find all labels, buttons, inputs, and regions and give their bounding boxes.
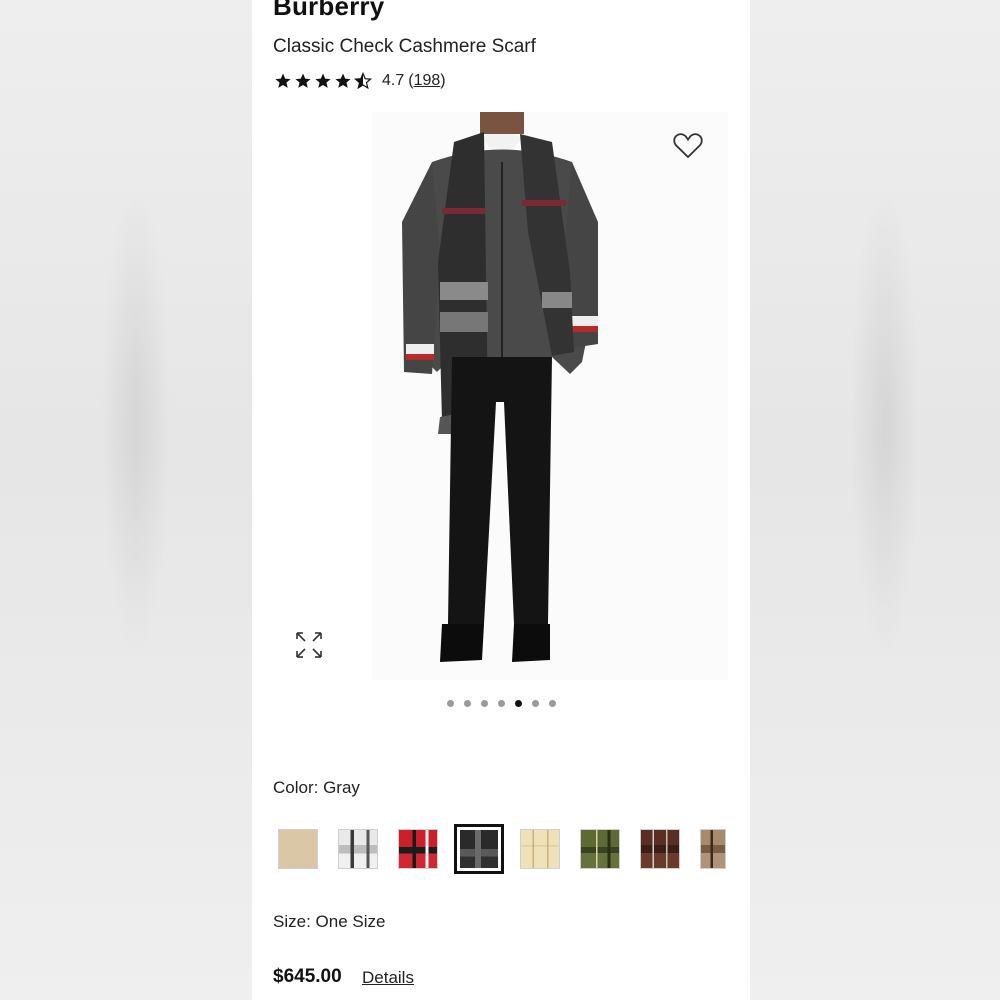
swatch-red-check[interactable]: [398, 829, 438, 869]
rating-value: 4.7: [382, 72, 405, 89]
gallery-dot[interactable]: [531, 700, 539, 707]
shoe-right: [512, 624, 550, 662]
cuff-stripe-white: [406, 344, 434, 354]
cuff-stripe-red-right: [570, 326, 598, 332]
swatch-olive-check[interactable]: [580, 829, 620, 869]
scarf-check-band-3: [542, 292, 572, 308]
cuff-stripe-red: [406, 354, 434, 360]
heart-icon[interactable]: [672, 130, 704, 160]
gallery-pagination-dots: [252, 700, 750, 707]
scarf-red-stripe: [442, 208, 486, 214]
swatch-fill: [521, 830, 559, 868]
color-swatches: [278, 824, 746, 874]
product-image-gallery[interactable]: [252, 112, 750, 682]
rating-stars: [274, 72, 372, 90]
gallery-dot[interactable]: [497, 700, 505, 707]
details-link[interactable]: Details: [362, 968, 414, 988]
half-star-icon: [354, 72, 372, 90]
trousers: [448, 357, 552, 624]
rating-count[interactable]: (198): [408, 72, 445, 90]
cuff-stripe-white-right: [570, 316, 598, 326]
gallery-dot[interactable]: [446, 700, 454, 707]
swatch-archive-beige-check[interactable]: [520, 829, 560, 869]
swatch-fill: [581, 830, 619, 868]
swatch-fill: [701, 830, 725, 868]
gallery-dot[interactable]: [463, 700, 471, 707]
gallery-dot[interactable]: [548, 700, 556, 707]
background-blur-left: [0, 0, 252, 1000]
scarf-check-band-2: [440, 312, 488, 332]
product-photo[interactable]: [252, 112, 750, 682]
scarf-red-stripe-2: [522, 200, 566, 206]
size-label: Size: One Size: [273, 912, 386, 931]
scarf-check-band: [440, 282, 488, 300]
swatch-fill: [279, 830, 317, 868]
swatch-gray-check-selected[interactable]: [454, 824, 504, 874]
product-rating[interactable]: 4.7 (198): [274, 70, 446, 92]
background-blur-right: [750, 0, 1000, 1000]
swatch-fill: [460, 830, 498, 868]
star-icon: [335, 73, 351, 88]
zipper: [501, 162, 503, 357]
price: $645.00: [273, 966, 342, 987]
gallery-dot[interactable]: [480, 700, 488, 707]
product-panel: Burberry Classic Check Cashmere Scarf 4.…: [252, 0, 750, 1000]
star-icon: [275, 73, 291, 88]
swatch-white-check[interactable]: [338, 829, 378, 869]
swatch-camel[interactable]: [278, 829, 318, 869]
shoe-left: [440, 624, 484, 662]
swatch-fill: [399, 830, 437, 868]
swatch-birch-brown-check[interactable]: [700, 829, 726, 869]
swatch-fill: [641, 830, 679, 868]
star-icon: [315, 73, 331, 88]
swatch-brown-check[interactable]: [640, 829, 680, 869]
rating-count-number[interactable]: 198: [414, 72, 441, 89]
star-icon: [295, 73, 311, 88]
expand-icon[interactable]: [294, 630, 324, 660]
product-title: Classic Check Cashmere Scarf: [273, 36, 536, 57]
brand-name[interactable]: Burberry: [273, 0, 384, 22]
gallery-dot-active[interactable]: [514, 700, 522, 707]
rating-count-close: ): [440, 72, 446, 89]
model-neck: [480, 112, 524, 134]
color-label: Color: Gray: [273, 778, 360, 797]
swatch-fill: [339, 830, 377, 868]
